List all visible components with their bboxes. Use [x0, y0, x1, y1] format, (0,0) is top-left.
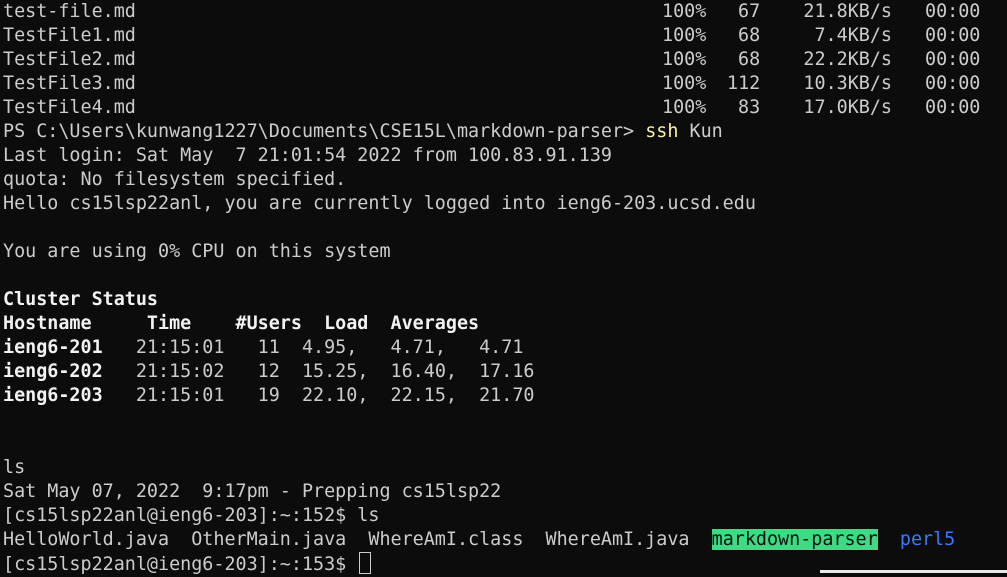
transfer-count: 83 [738, 97, 761, 118]
quota-line: quota: No filesystem specified. [3, 169, 347, 190]
ls-dir-perl5: perl5 [899, 529, 956, 550]
transfer-file: test-file.md [3, 1, 136, 22]
transfer-count: 68 [738, 49, 761, 70]
cluster-row: ieng6-201 21:15:01 11 4.95, 4.71, 4.71 [3, 336, 1007, 360]
last-login-line: Last login: Sat May 7 21:01:54 2022 from… [3, 145, 612, 166]
cluster-status-header: Hostname Time #Users Load Averages [3, 313, 480, 334]
transfer-time: 00:00 [925, 97, 981, 118]
ssh-host-arg: Kun [689, 121, 723, 142]
cluster-hostname: ieng6-202 [3, 361, 103, 382]
cluster-hostname: ieng6-201 [3, 337, 103, 358]
cluster-hostname: ieng6-203 [3, 385, 103, 406]
transfer-time: 00:00 [925, 73, 981, 94]
cluster-values: 21:15:02 12 15.25, 16.40, 17.16 [135, 361, 535, 382]
transfer-percent: 100% [662, 97, 707, 118]
prepping-line: Sat May 07, 2022 9:17pm - Prepping cs15l… [3, 481, 502, 502]
transfer-line: TestFile2.md 100% 68 22.2KB/s 00:00 [3, 48, 1007, 72]
transfer-percent: 100% [662, 25, 707, 46]
transfer-count: 67 [738, 1, 761, 22]
hello-line: Hello cs15lsp22anl, you are currently lo… [3, 193, 756, 214]
ls-echo-line: ls [3, 457, 26, 478]
transfer-rate: 10.3KB/s [803, 73, 892, 94]
transfer-rate: 22.2KB/s [803, 49, 892, 70]
ssh-command: ssh [645, 121, 679, 142]
cpu-line: You are using 0% CPU on this system [3, 241, 391, 262]
ls-output-line: HelloWorld.java OtherMain.java WhereAmI.… [3, 528, 1007, 552]
transfer-time: 00:00 [925, 25, 981, 46]
cluster-row: ieng6-202 21:15:02 12 15.25, 16.40, 17.1… [3, 360, 1007, 384]
shell-prompt: [cs15lsp22anl@ieng6-203]:~:153$ [3, 554, 358, 575]
transfer-time: 00:00 [925, 1, 981, 22]
transfer-line: TestFile3.md 100% 112 10.3KB/s 00:00 [3, 72, 1007, 96]
cluster-values: 21:15:01 11 4.95, 4.71, 4.71 [135, 337, 524, 358]
shell-prompt-ls: [cs15lsp22anl@ieng6-203]:~:152$ ls [3, 505, 380, 526]
cluster-row: ieng6-203 21:15:01 19 22.10, 22.15, 21.7… [3, 384, 1007, 408]
powershell-prompt: PS C:\Users\kunwang1227\Documents\CSE15L… [3, 121, 635, 142]
terminal-window[interactable]: test-file.md 100% 67 21.8KB/s 00:00 Test… [3, 0, 1007, 576]
transfer-line: test-file.md 100% 67 21.8KB/s 00:00 [3, 0, 1007, 24]
transfer-count: 68 [738, 25, 761, 46]
transfer-rate: 21.8KB/s [803, 1, 892, 22]
transfer-rate: 17.0KB/s [803, 97, 892, 118]
ls-files: HelloWorld.java OtherMain.java WhereAmI.… [3, 529, 712, 550]
transfer-file: TestFile2.md [3, 49, 136, 70]
cluster-status-title: Cluster Status [3, 289, 159, 310]
transfer-line: TestFile1.md 100% 68 7.4KB/s 00:00 [3, 24, 1007, 48]
ls-dir-markdown-parser: markdown-parser [711, 529, 878, 550]
transfer-file: TestFile4.md [3, 97, 136, 118]
transfer-file: TestFile3.md [3, 73, 136, 94]
transfer-rate: 7.4KB/s [814, 25, 892, 46]
transfer-percent: 100% [662, 73, 707, 94]
cluster-values: 21:15:01 19 22.10, 22.15, 21.70 [135, 385, 535, 406]
terminal-cursor[interactable] [359, 552, 372, 574]
powershell-prompt-line: PS C:\Users\kunwang1227\Documents\CSE15L… [3, 120, 1007, 144]
transfer-time: 00:00 [925, 49, 981, 70]
transfer-percent: 100% [662, 1, 707, 22]
transfer-file: TestFile1.md [3, 25, 136, 46]
transfer-line: TestFile4.md 100% 83 17.0KB/s 00:00 [3, 96, 1007, 120]
transfer-percent: 100% [662, 49, 707, 70]
transfer-count: 112 [727, 73, 761, 94]
